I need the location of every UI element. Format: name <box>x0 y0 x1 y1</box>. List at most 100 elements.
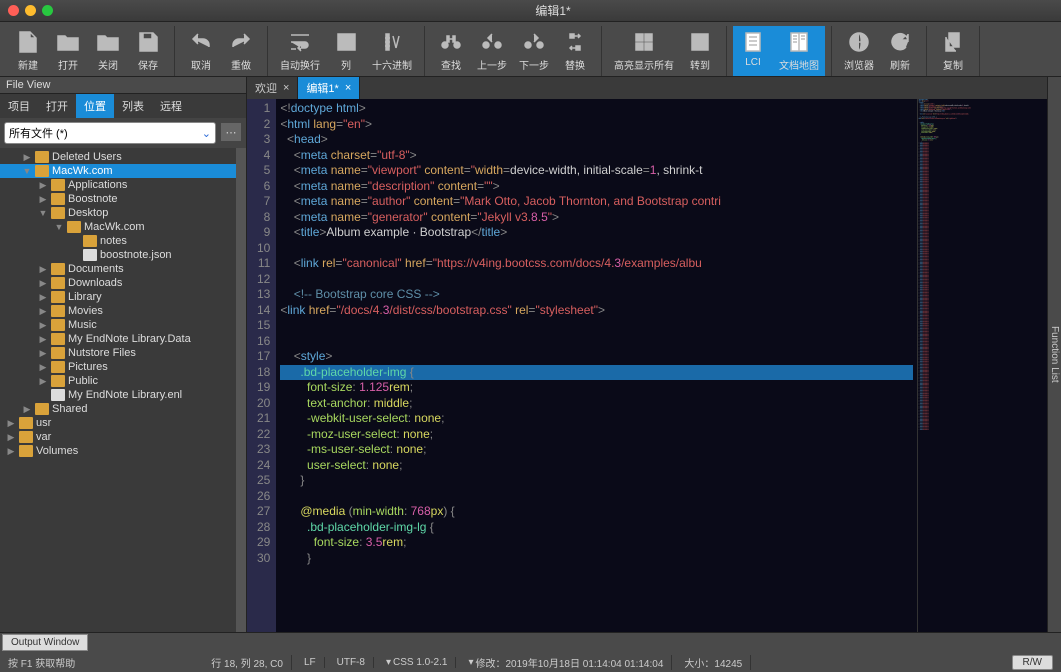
sidebar-scrollbar[interactable] <box>236 148 246 632</box>
code-line[interactable]: <meta name="description" content=""> <box>280 179 913 195</box>
code-line[interactable]: @media (min-width: 768px) { <box>280 504 913 520</box>
close-button[interactable]: 关闭 <box>88 26 128 76</box>
tree-node[interactable]: ▶Applications <box>0 178 236 192</box>
copy-button[interactable]: 复制 <box>933 26 973 76</box>
code-line[interactable]: -webkit-user-select: none; <box>280 411 913 427</box>
tree-node[interactable]: ▶Library <box>0 290 236 304</box>
code-content[interactable]: <!doctype html><html lang="en"> <head> <… <box>276 99 917 632</box>
tree-node[interactable]: ▼MacWk.com <box>0 220 236 234</box>
lci-button[interactable]: LCI <box>733 26 773 76</box>
code-line[interactable]: <style> <box>280 349 913 365</box>
tree-node[interactable]: ▶Volumes <box>0 444 236 458</box>
find-button[interactable]: 查找 <box>431 26 471 76</box>
code-line[interactable]: <!doctype html> <box>280 101 913 117</box>
tree-node[interactable]: ▶var <box>0 430 236 444</box>
tree-node[interactable]: ▶Movies <box>0 304 236 318</box>
replace-button[interactable]: 替换 <box>555 26 595 76</box>
toolbar-label: 刷新 <box>890 57 910 72</box>
status-line-ending[interactable]: LF <box>296 657 325 668</box>
tree-node[interactable]: ▶My EndNote Library.Data <box>0 332 236 346</box>
zoom-window-icon[interactable] <box>42 5 53 16</box>
tree-node[interactable]: boostnote.json <box>0 248 236 262</box>
code-line[interactable]: <link rel="canonical" href="https://v4in… <box>280 256 913 272</box>
close-icon[interactable]: × <box>283 82 289 94</box>
new-button[interactable]: 新建 <box>8 26 48 76</box>
code-line[interactable]: font-size: 3.5rem; <box>280 535 913 551</box>
tree-node[interactable]: ▶usr <box>0 416 236 430</box>
file-tree[interactable]: ▶Deleted Users▼MacWk.com▶Applications▶Bo… <box>0 148 236 632</box>
filter-options-button[interactable]: ⋯ <box>220 122 242 142</box>
tree-node[interactable]: ▶Documents <box>0 262 236 276</box>
tree-node[interactable]: ▶Deleted Users <box>0 150 236 164</box>
code-line[interactable] <box>280 489 913 505</box>
code-line[interactable]: <meta name="viewport" content="width=dev… <box>280 163 913 179</box>
minimize-window-icon[interactable] <box>25 5 36 16</box>
open-button[interactable]: 打开 <box>48 26 88 76</box>
code-line[interactable]: font-size: 1.125rem; <box>280 380 913 396</box>
status-encoding[interactable]: UTF-8 <box>329 657 374 668</box>
file-filter-select[interactable]: 所有文件 (*) ⌄ <box>4 122 216 144</box>
sidebar-tab-2[interactable]: 位置 <box>76 94 114 118</box>
code-line[interactable]: -ms-user-select: none; <box>280 442 913 458</box>
code-line[interactable]: <link href="/docs/4.3/dist/css/bootstrap… <box>280 303 913 319</box>
status-syntax[interactable]: ▾CSS 1.0-2.1 <box>378 657 457 668</box>
code-line[interactable]: } <box>280 551 913 567</box>
sidebar-tab-0[interactable]: 项目 <box>0 94 38 118</box>
code-line[interactable]: <html lang="en"> <box>280 117 913 133</box>
highlight-button[interactable]: 高亮显示所有 <box>608 26 680 76</box>
tree-node[interactable]: My EndNote Library.enl <box>0 388 236 402</box>
tree-node[interactable]: ▼Desktop <box>0 206 236 220</box>
save-icon <box>134 28 162 56</box>
close-icon[interactable]: × <box>345 82 351 94</box>
next-button[interactable]: 下一步 <box>513 26 555 76</box>
tree-node[interactable]: ▶Downloads <box>0 276 236 290</box>
code-line[interactable] <box>280 272 913 288</box>
tree-node[interactable]: ▶Music <box>0 318 236 332</box>
editor-tab[interactable]: 欢迎× <box>247 77 298 99</box>
sidebar-tab-1[interactable]: 打开 <box>38 94 76 118</box>
tree-node[interactable]: ▶Shared <box>0 402 236 416</box>
code-line[interactable]: <!-- Bootstrap core CSS --> <box>280 287 913 303</box>
browser-button[interactable]: 浏览器 <box>838 26 880 76</box>
save-button[interactable]: 保存 <box>128 26 168 76</box>
tree-node[interactable]: notes <box>0 234 236 248</box>
hex-button[interactable]: 十六进制 <box>366 26 418 76</box>
editor-tab[interactable]: 编辑1*× <box>298 77 360 99</box>
close-window-icon[interactable] <box>8 5 19 16</box>
code-line[interactable]: user-select: none; <box>280 458 913 474</box>
code-line[interactable]: text-anchor: middle; <box>280 396 913 412</box>
column-button[interactable]: 列 <box>326 26 366 76</box>
sidebar-tab-3[interactable]: 列表 <box>114 94 152 118</box>
readwrite-button[interactable]: R/W <box>1012 655 1053 670</box>
redo-button[interactable]: 重做 <box>221 26 261 76</box>
code-line[interactable] <box>280 241 913 257</box>
code-line[interactable]: <head> <box>280 132 913 148</box>
tree-node[interactable]: ▶Public <box>0 374 236 388</box>
code-line[interactable]: } <box>280 473 913 489</box>
docmap-button[interactable]: 文档地图 <box>773 26 825 76</box>
code-line[interactable]: .bd-placeholder-img-lg { <box>280 520 913 536</box>
code-line[interactable]: -moz-user-select: none; <box>280 427 913 443</box>
code-line[interactable]: <meta charset="utf-8"> <box>280 148 913 164</box>
goto-button[interactable]: 转到 <box>680 26 720 76</box>
status-position[interactable]: 行 18, 列 28, C0 <box>203 655 292 670</box>
code-line[interactable]: .bd-placeholder-img { <box>280 365 913 381</box>
code-line[interactable] <box>280 318 913 334</box>
tree-node[interactable]: ▼MacWk.com <box>0 164 236 178</box>
code-line[interactable]: <meta name="generator" content="Jekyll v… <box>280 210 913 226</box>
sidebar-tab-4[interactable]: 远程 <box>152 94 190 118</box>
tree-node[interactable]: ▶Nutstore Files <box>0 346 236 360</box>
code-line[interactable] <box>280 334 913 350</box>
code-line[interactable]: <meta name="author" content="Mark Otto, … <box>280 194 913 210</box>
document-map[interactable]: <!doctype html><html lang="en"> <head> <… <box>917 99 1047 632</box>
tree-node[interactable]: ▶Pictures <box>0 360 236 374</box>
code-line[interactable]: <title>Album example · Bootstrap</title> <box>280 225 913 241</box>
function-list-panel[interactable]: Function List <box>1047 77 1061 632</box>
code-area[interactable]: 1234567891011121314151617181920212223242… <box>247 99 1047 632</box>
wrap-button[interactable]: 自动换行 <box>274 26 326 76</box>
refresh-button[interactable]: 刷新 <box>880 26 920 76</box>
undo-button[interactable]: 取消 <box>181 26 221 76</box>
output-window-tab[interactable]: Output Window <box>2 634 88 651</box>
tree-node[interactable]: ▶Boostnote <box>0 192 236 206</box>
prev-button[interactable]: 上一步 <box>471 26 513 76</box>
